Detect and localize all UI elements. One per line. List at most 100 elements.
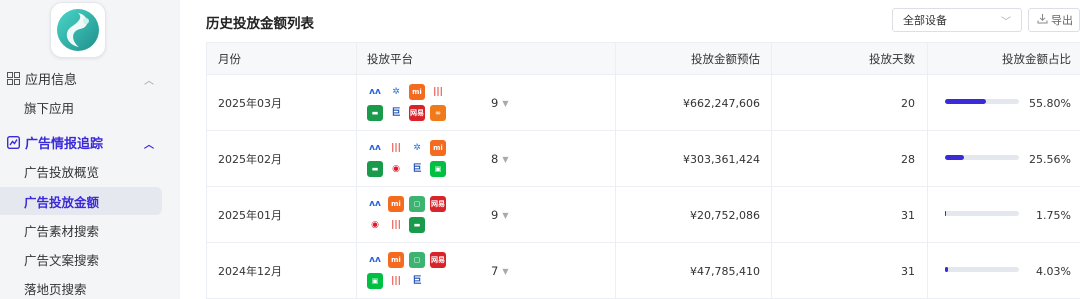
- amount-cell: ¥20,752,086: [690, 208, 760, 222]
- netease-icon: 网易: [430, 252, 446, 268]
- moji-icon: ∞: [430, 105, 446, 121]
- sidebar-item-label: 广告投放概览: [24, 164, 100, 180]
- menu-group-app-info[interactable]: 应用信息 ︿: [0, 64, 162, 92]
- square-app-icon: ▢: [409, 196, 425, 212]
- sidebar-item-subsidiary-apps[interactable]: 旗下应用: [0, 93, 162, 121]
- square-app-icon: ▢: [409, 252, 425, 268]
- baidu-ad-icon: ʌʌ: [367, 252, 383, 268]
- days-cell: 28: [901, 152, 915, 166]
- menu-group-label: 应用信息: [25, 72, 78, 88]
- xiaomi-icon: mi: [388, 252, 404, 268]
- device-select-value: 全部设备: [903, 14, 947, 27]
- sidebar-item-label: 广告素材搜索: [24, 223, 100, 239]
- platform-count-dropdown[interactable]: 9 ▼: [491, 187, 508, 243]
- table-row[interactable]: 2025年03月 ʌʌ ✲ mi ||| ▬ 巨网易 ∞ 9 ▼ ¥662,247,606 20 55.…: [207, 75, 1080, 131]
- chevron-up-icon: ︿: [144, 140, 154, 151]
- weibo-icon: ◉: [388, 161, 404, 177]
- share-bar-fill: [945, 211, 946, 216]
- xiaomi-icon: mi: [409, 84, 425, 100]
- share-percent: 4.03%: [1036, 264, 1071, 278]
- month-cell: 2025年01月: [218, 209, 282, 222]
- share-percent: 1.75%: [1036, 208, 1071, 222]
- platform-count-dropdown[interactable]: 7 ▼: [491, 243, 508, 299]
- column-header-month: 月份: [218, 52, 241, 66]
- amount-cell: ¥303,361,424: [683, 152, 760, 166]
- tencent-ad-icon: ▬: [409, 217, 425, 233]
- sidebar: 应用信息 ︿ 旗下应用 广告情报追踪 ︿ 广告投放概览 广告投放金额 广告素材搜…: [0, 0, 174, 299]
- caret-down-icon: ▼: [502, 154, 509, 164]
- iqiyi-icon: ▣: [367, 273, 383, 289]
- column-header-share: 投放金额占比: [1002, 52, 1071, 66]
- tencent-ad-icon: ▬: [367, 105, 383, 121]
- share-bar: [945, 267, 1019, 272]
- paw-icon: ✲: [409, 140, 425, 156]
- baidu-ad-icon: ʌʌ: [367, 84, 383, 100]
- table-header: 月份 投放平台 投放金额预估 投放天数 投放金额占比: [207, 43, 1080, 75]
- xiaomi-icon: mi: [430, 140, 446, 156]
- sidebar-item-label: 广告文案搜索: [24, 252, 100, 268]
- device-select[interactable]: 全部设备 ﹀: [892, 8, 1022, 32]
- download-icon: [1037, 13, 1048, 27]
- sidebar-item-label: 旗下应用: [24, 100, 75, 116]
- jv-icon: 巨: [409, 273, 425, 289]
- share-bar: [945, 155, 1019, 160]
- sidebar-item-landing-search[interactable]: 落地页搜索: [0, 274, 162, 299]
- jv-icon: 巨: [409, 161, 425, 177]
- bars-icon: |||: [430, 84, 446, 100]
- bars-icon: |||: [388, 273, 404, 289]
- platform-count-dropdown[interactable]: 9 ▼: [491, 75, 508, 131]
- caret-down-icon: ▼: [502, 98, 509, 108]
- export-label: 导出: [1051, 14, 1073, 27]
- column-header-platform: 投放平台: [367, 52, 413, 66]
- amount-cell: ¥662,247,606: [683, 96, 760, 110]
- month-cell: 2025年03月: [218, 97, 282, 110]
- share-bar: [945, 99, 1019, 104]
- share-bar-fill: [945, 267, 948, 272]
- menu-group-label: 广告情报追踪: [25, 136, 104, 152]
- platform-count: 9: [491, 208, 499, 222]
- sidebar-item-creative-search[interactable]: 广告素材搜索: [0, 216, 162, 244]
- export-button[interactable]: 导出: [1028, 8, 1080, 32]
- platform-count: 9: [491, 96, 499, 110]
- share-percent: 55.80%: [1029, 96, 1071, 110]
- days-cell: 20: [901, 96, 915, 110]
- spend-table: 月份 投放平台 投放金额预估 投放天数 投放金额占比 2025年03月 ʌʌ ✲ mi…: [206, 42, 1080, 299]
- sidebar-item-label: 落地页搜索: [24, 281, 87, 297]
- app-logo: [50, 2, 106, 58]
- bars-icon: |||: [388, 217, 404, 233]
- ad-chart-icon: [6, 135, 20, 149]
- page-title: 历史投放金额列表: [206, 16, 314, 32]
- platform-count-dropdown[interactable]: 8 ▼: [491, 131, 508, 187]
- sidebar-item-ad-spend[interactable]: 广告投放金额: [0, 187, 162, 215]
- sidebar-item-copy-search[interactable]: 广告文案搜索: [0, 245, 162, 273]
- chevron-down-icon: ﹀: [1001, 17, 1011, 28]
- month-cell: 2025年02月: [218, 153, 282, 166]
- share-bar: [945, 211, 1019, 216]
- app-logo-icon: [57, 9, 99, 51]
- iqiyi-icon: ▣: [430, 161, 446, 177]
- share-percent: 25.56%: [1029, 152, 1071, 166]
- days-cell: 31: [901, 208, 915, 222]
- caret-down-icon: ▼: [502, 266, 509, 276]
- netease-icon: 网易: [430, 196, 446, 212]
- baidu-ad-icon: ʌʌ: [367, 140, 383, 156]
- xiaomi-icon: mi: [388, 196, 404, 212]
- sidebar-item-ad-overview[interactable]: 广告投放概览: [0, 157, 162, 185]
- sidebar-item-label: 广告投放金额: [24, 194, 100, 210]
- menu-group-ad-tracking[interactable]: 广告情报追踪 ︿: [0, 128, 162, 156]
- weibo-icon: ◉: [367, 217, 383, 233]
- tencent-ad-icon: ▬: [367, 161, 383, 177]
- main-panel: 历史投放金额列表 全部设备 ﹀ 导出 月份 投放平台 投放金额预估 投放天数 投…: [180, 0, 1080, 299]
- month-cell: 2024年12月: [218, 265, 282, 278]
- amount-cell: ¥47,785,410: [690, 264, 760, 278]
- table-row[interactable]: 2025年02月 ʌʌ ||| ✲ mi ▬ ◉ 巨 ▣ 8 ▼ ¥303,361,424 28 25.5…: [207, 131, 1080, 187]
- table-row[interactable]: 2025年01月 ʌʌ mi ▢ 网易 ◉ ||| ▬ 9 ▼ ¥20,752,086 31 1.75%: [207, 187, 1080, 243]
- platform-count: 8: [491, 152, 499, 166]
- netease-icon: 网易: [409, 105, 425, 121]
- baidu-ad-icon: ʌʌ: [367, 196, 383, 212]
- chevron-up-icon: ︿: [144, 76, 154, 87]
- grid-icon: [6, 71, 20, 85]
- share-bar-fill: [945, 155, 964, 160]
- days-cell: 31: [901, 264, 915, 278]
- table-row[interactable]: 2024年12月 ʌʌ mi ▢ 网易 ▣ ||| 巨 7 ▼ ¥47,785,410 31 4.03%: [207, 243, 1080, 299]
